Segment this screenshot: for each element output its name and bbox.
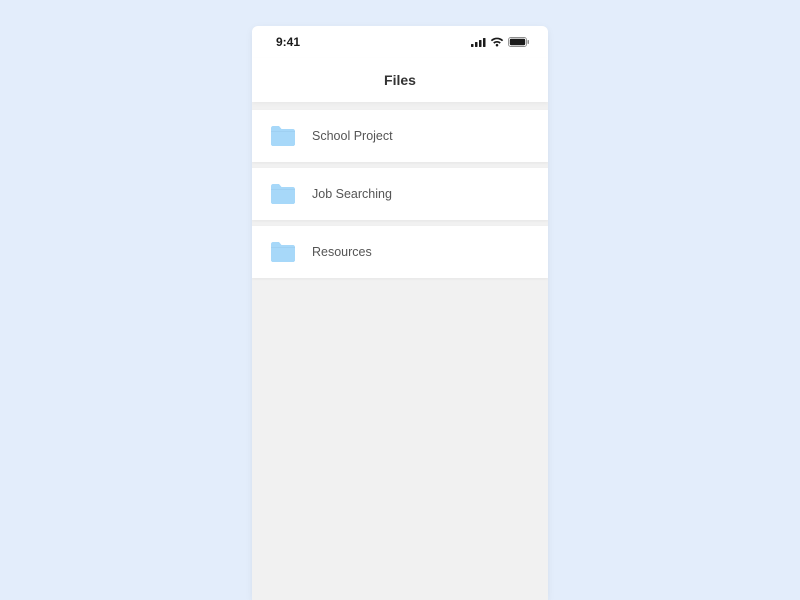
folder-list: School Project Job Searching Resourc <box>252 102 548 600</box>
status-indicators <box>471 37 530 47</box>
cellular-icon <box>471 37 486 47</box>
folder-icon <box>270 241 296 263</box>
folder-label: School Project <box>312 129 393 143</box>
page-title: Files <box>384 72 416 88</box>
folder-label: Resources <box>312 245 372 259</box>
folder-label: Job Searching <box>312 187 392 201</box>
status-bar: 9:41 <box>252 26 548 58</box>
folder-icon <box>270 183 296 205</box>
battery-icon <box>508 37 530 47</box>
status-time: 9:41 <box>276 35 300 49</box>
folder-item[interactable]: School Project <box>252 110 548 162</box>
folder-item[interactable]: Job Searching <box>252 168 548 220</box>
app-header: Files <box>252 58 548 102</box>
folder-item[interactable]: Resources <box>252 226 548 278</box>
phone-frame: 9:41 <box>252 26 548 600</box>
wifi-icon <box>490 37 504 47</box>
folder-icon <box>270 125 296 147</box>
